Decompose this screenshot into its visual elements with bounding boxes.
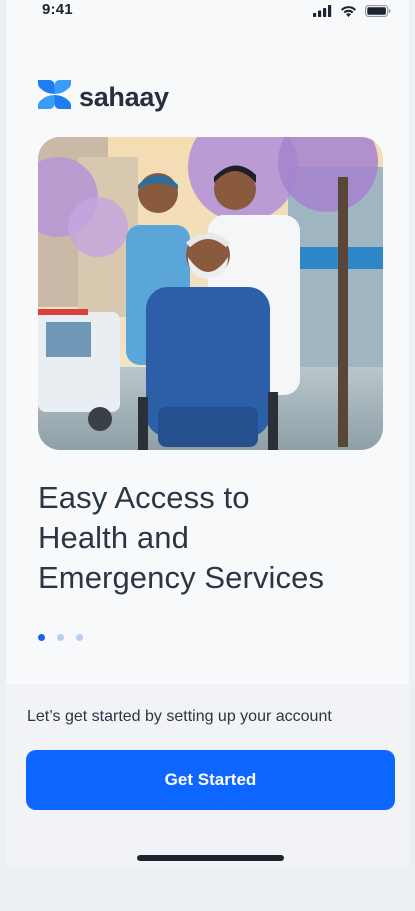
get-started-button[interactable]: Get Started <box>26 750 395 810</box>
status-time: 9:41 <box>42 1 73 18</box>
brand-name: sahaay <box>79 81 169 112</box>
home-indicator[interactable] <box>137 855 284 861</box>
headline-line-1: Easy Access to <box>38 480 250 515</box>
headline-line-2: Health and <box>38 520 189 555</box>
wifi-icon <box>340 4 357 22</box>
page-indicator <box>38 634 83 641</box>
headline: Easy Access to Health and Emergency Serv… <box>38 478 398 598</box>
sahaay-logo-icon <box>38 78 71 116</box>
status-bar: 9:41 <box>6 0 409 26</box>
page-dot-2[interactable] <box>57 634 64 641</box>
hero-illustration <box>38 137 383 450</box>
onboarding-screen: 9:41 sahaay Easy Access to Health and Em… <box>6 0 409 868</box>
status-icons <box>313 4 391 22</box>
setup-prompt: Let’s get started by setting up your acc… <box>27 708 332 725</box>
bottom-panel: Let’s get started by setting up your acc… <box>6 684 409 868</box>
headline-line-3: Emergency Services <box>38 560 325 595</box>
page-dot-3[interactable] <box>76 634 83 641</box>
battery-icon <box>365 4 391 22</box>
brand-header: sahaay <box>38 78 169 116</box>
cellular-signal-icon <box>313 4 332 22</box>
page-dot-1[interactable] <box>38 634 45 641</box>
